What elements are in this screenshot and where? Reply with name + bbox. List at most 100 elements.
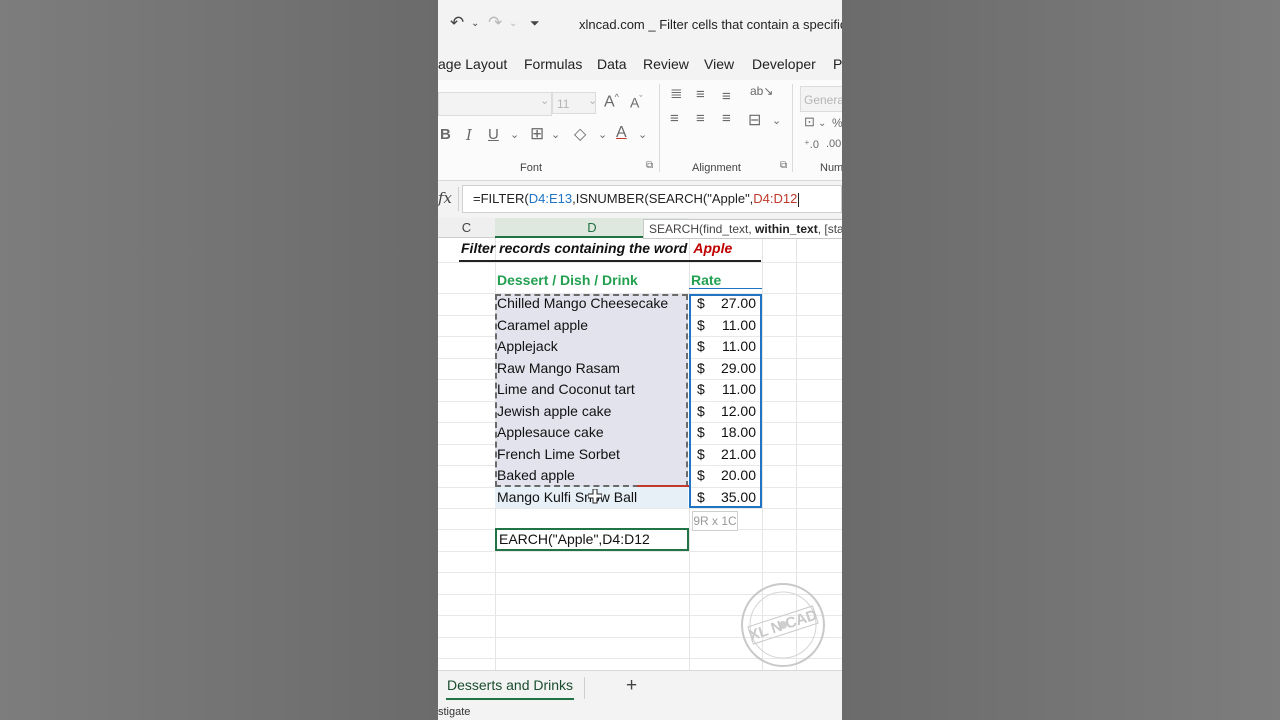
sheet-tab-desserts-and-drinks[interactable]: Desserts and Drinks [447, 677, 573, 693]
undo-dropdown-icon[interactable]: ⌄ [471, 18, 479, 29]
row-currency: $ [697, 338, 705, 354]
header-rate[interactable]: Rate [691, 272, 721, 288]
sheet-heading: Filter records containing the word Apple [461, 240, 733, 256]
insert-function-icon[interactable]: fx [438, 189, 452, 207]
accounting-dropdown-icon[interactable]: ⌄ [818, 118, 826, 129]
row-rate[interactable]: 18.00 [708, 424, 756, 440]
row-rate[interactable]: 21.00 [708, 446, 756, 462]
active-edit-cell[interactable]: EARCH("Apple",D4:D12 [495, 528, 689, 551]
row-rate[interactable]: 29.00 [708, 360, 756, 376]
row-item[interactable]: Applejack [497, 338, 558, 354]
percent-icon[interactable]: % [832, 116, 842, 130]
header-dessert[interactable]: Dessert / Dish / Drink [497, 272, 638, 288]
row-item[interactable]: Applesauce cake [497, 424, 604, 440]
tab-data[interactable]: Data [597, 56, 627, 72]
font-name-dropdown-icon[interactable]: ⌄ [540, 94, 549, 107]
underline-icon[interactable]: U [488, 126, 499, 143]
status-bar: stigate [438, 704, 842, 720]
worksheet-grid[interactable]: C D Filter records containing the word Ap… [438, 218, 842, 670]
column-header-c[interactable]: C [438, 218, 495, 238]
italic-icon[interactable]: I [466, 126, 472, 144]
tab-page-layout[interactable]: age Layout [438, 56, 507, 72]
font-color-icon[interactable]: A [616, 124, 627, 142]
font-dialog-launcher-icon[interactable]: ⧉ [646, 160, 653, 171]
font-group-label: Font [520, 162, 543, 174]
align-top-icon[interactable]: ≣ [670, 84, 683, 102]
tab-power[interactable]: Pc [833, 56, 842, 72]
row-item[interactable]: French Lime Sorbet [497, 446, 620, 462]
row-rate[interactable]: 12.00 [708, 403, 756, 419]
selection-size-hint: 9R x 1C [692, 511, 738, 531]
xlncad-watermark-logo: XL N CAD [741, 583, 825, 667]
gridline [438, 572, 842, 573]
formula-input[interactable]: =FILTER(D4:E13,ISNUMBER(SEARCH("Apple",D… [462, 185, 842, 213]
cell-cursor-icon [588, 489, 602, 504]
align-center-icon[interactable]: ≡ [696, 110, 705, 127]
redo-icon[interactable]: ↷ [488, 13, 502, 33]
font-size-dropdown-icon[interactable]: ⌄ [588, 94, 597, 107]
orientation-icon[interactable]: ab↘ [750, 84, 773, 98]
decrease-decimal-icon[interactable]: .00 [826, 138, 841, 150]
accounting-format-icon[interactable]: ⊡ [804, 114, 815, 130]
row-currency: $ [697, 446, 705, 462]
decrease-font-size-icon[interactable]: Aˇ [630, 94, 642, 111]
row-item[interactable]: Chilled Mango Cheesecake [497, 295, 668, 311]
increase-font-size-icon[interactable]: A^ [604, 92, 619, 111]
row-item[interactable]: Lime and Coconut tart [497, 381, 635, 397]
align-middle-icon[interactable]: ≡ [696, 86, 705, 103]
fill-color-dropdown-icon[interactable]: ⌄ [598, 128, 607, 141]
row-rate[interactable]: 20.00 [708, 467, 756, 483]
row-item[interactable]: Baked apple [497, 467, 575, 483]
formula-part: ,ISNUMBER( [572, 191, 649, 206]
row-rate[interactable]: 11.00 [708, 338, 756, 354]
sheet-tab-bar: Desserts and Drinks + [438, 670, 842, 705]
gridline [438, 508, 842, 509]
row-currency: $ [697, 489, 705, 505]
alignment-dialog-launcher-icon[interactable]: ⧉ [780, 160, 787, 171]
borders-dropdown-icon[interactable]: ⌄ [551, 128, 560, 141]
left-background [0, 0, 438, 720]
increase-decimal-icon[interactable]: ⁺.0 [804, 138, 819, 151]
merge-center-icon[interactable]: ⊟ [748, 110, 761, 130]
row-item[interactable]: Mango Kulfi Snow Ball [497, 489, 637, 505]
row-currency: $ [697, 381, 705, 397]
number-group-label: Num [820, 162, 842, 174]
align-right-icon[interactable]: ≡ [722, 110, 731, 127]
underline-dropdown-icon[interactable]: ⌄ [510, 128, 519, 141]
row-item[interactable]: Jewish apple cake [497, 403, 611, 419]
row-rate[interactable]: 11.00 [708, 381, 756, 397]
fill-color-icon[interactable]: ◇ [574, 124, 586, 144]
redo-dropdown-icon[interactable]: ⌄ [509, 18, 517, 29]
formula-part: =FILTER( [473, 191, 529, 206]
row-item[interactable]: Caramel apple [497, 317, 588, 333]
undo-icon[interactable]: ↶ [450, 13, 464, 33]
row-item[interactable]: Raw Mango Rasam [497, 360, 620, 376]
row-rate[interactable]: 35.00 [708, 489, 756, 505]
heading-underline [459, 260, 761, 262]
right-background [842, 0, 1280, 720]
active-sheet-indicator [446, 698, 574, 700]
formula-part: "Apple", [707, 191, 754, 206]
number-format-box[interactable]: Genera [800, 86, 842, 112]
tab-developer[interactable]: Developer [752, 56, 816, 72]
alignment-group-label: Alignment [692, 162, 741, 174]
font-color-dropdown-icon[interactable]: ⌄ [638, 128, 647, 141]
customize-quick-access-icon[interactable]: ⏷ [530, 16, 540, 31]
align-bottom-icon[interactable]: ≡ [722, 88, 731, 105]
tab-review[interactable]: Review [643, 56, 689, 72]
bold-icon[interactable]: B [440, 126, 451, 143]
borders-icon[interactable]: ⊞ [530, 124, 544, 144]
tab-formulas[interactable]: Formulas [524, 56, 582, 72]
font-name-box[interactable] [438, 92, 552, 116]
tab-view[interactable]: View [704, 56, 734, 72]
sheet-tab-separator [584, 677, 585, 699]
row-rate[interactable]: 11.00 [708, 317, 756, 333]
ribbon-tabs: age Layout Formulas Data Review View Dev… [438, 48, 842, 80]
row-rate[interactable]: 27.00 [708, 295, 756, 311]
document-title: xlncad.com _ Filter cells that contain a… [579, 17, 842, 32]
add-sheet-icon[interactable]: + [626, 675, 637, 697]
red-reference-edge [637, 485, 689, 487]
merge-dropdown-icon[interactable]: ⌄ [772, 114, 781, 127]
align-left-icon[interactable]: ≡ [670, 110, 679, 127]
row-currency: $ [697, 360, 705, 376]
